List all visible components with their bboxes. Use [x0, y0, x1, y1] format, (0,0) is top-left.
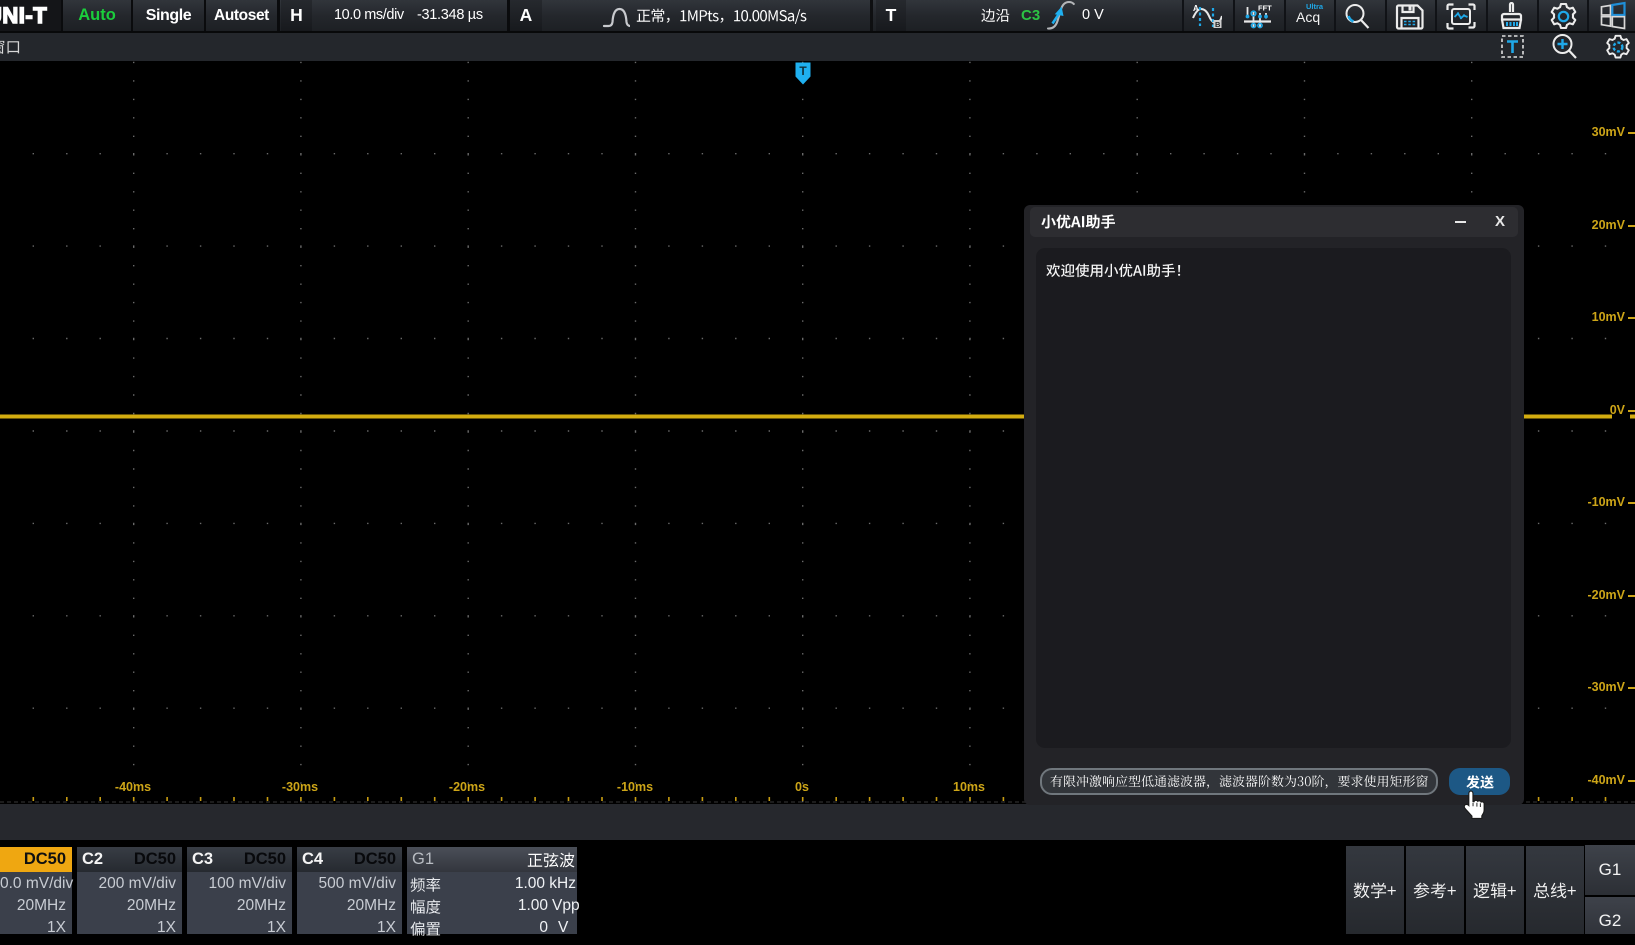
svg-text:FFT: FFT: [1258, 4, 1272, 13]
svg-text:T: T: [799, 64, 807, 78]
svg-text:B: B: [1215, 20, 1221, 29]
